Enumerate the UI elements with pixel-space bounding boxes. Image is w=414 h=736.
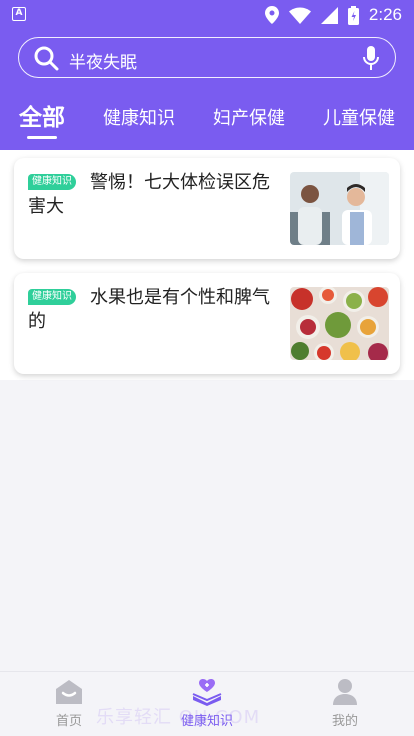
category-badge: 健康知识 — [28, 289, 76, 305]
microphone-icon[interactable] — [361, 45, 381, 71]
signal-icon — [320, 6, 338, 24]
nav-mine[interactable]: 我的 — [305, 678, 385, 729]
doctor-consultation-thumbnail — [290, 172, 389, 245]
article-list: 警惕！七大体检误区危害大 健康知识 水果也是有个性和脾气的 健康知识 — [0, 150, 414, 380]
tab-all[interactable]: 全部 — [19, 98, 65, 132]
category-badge: 健康知识 — [28, 174, 76, 190]
home-icon — [56, 680, 82, 704]
article-card[interactable]: 警惕！七大体检误区危害大 健康知识 — [14, 158, 400, 259]
status-time: 2:26 — [368, 5, 402, 24]
person-icon — [333, 679, 357, 705]
search-bar[interactable]: 半夜失眠 — [18, 37, 396, 78]
fruit-bowls-thumbnail — [290, 287, 389, 360]
watermark: 乐享轻汇 QH.COM — [96, 707, 261, 728]
category-tabs: 全部 健康知识 妇产保健 儿童保健 — [0, 96, 414, 140]
search-input[interactable]: 半夜失眠 — [69, 48, 137, 73]
location-icon — [264, 6, 279, 24]
nav-mine-label: 我的 — [331, 714, 358, 729]
status-bar: A 2:26 — [0, 0, 414, 30]
health-book-icon — [192, 678, 222, 706]
status-icons: 2:26 — [264, 4, 402, 26]
battery-icon — [347, 5, 359, 25]
tab-health-knowledge[interactable]: 健康知识 — [103, 104, 175, 130]
app-header: A 2:26 半夜失眠 全部 健康知识 妇产保健 儿童保健 — [0, 0, 414, 150]
active-tab-indicator — [27, 136, 57, 139]
article-card[interactable]: 水果也是有个性和脾气的 健康知识 — [14, 273, 400, 374]
wifi-icon — [288, 7, 311, 24]
tab-maternal-care[interactable]: 妇产保健 — [213, 104, 285, 130]
search-icon — [34, 46, 59, 71]
tab-child-care[interactable]: 儿童保健 — [323, 104, 395, 130]
app-notification-icon: A — [12, 7, 26, 21]
